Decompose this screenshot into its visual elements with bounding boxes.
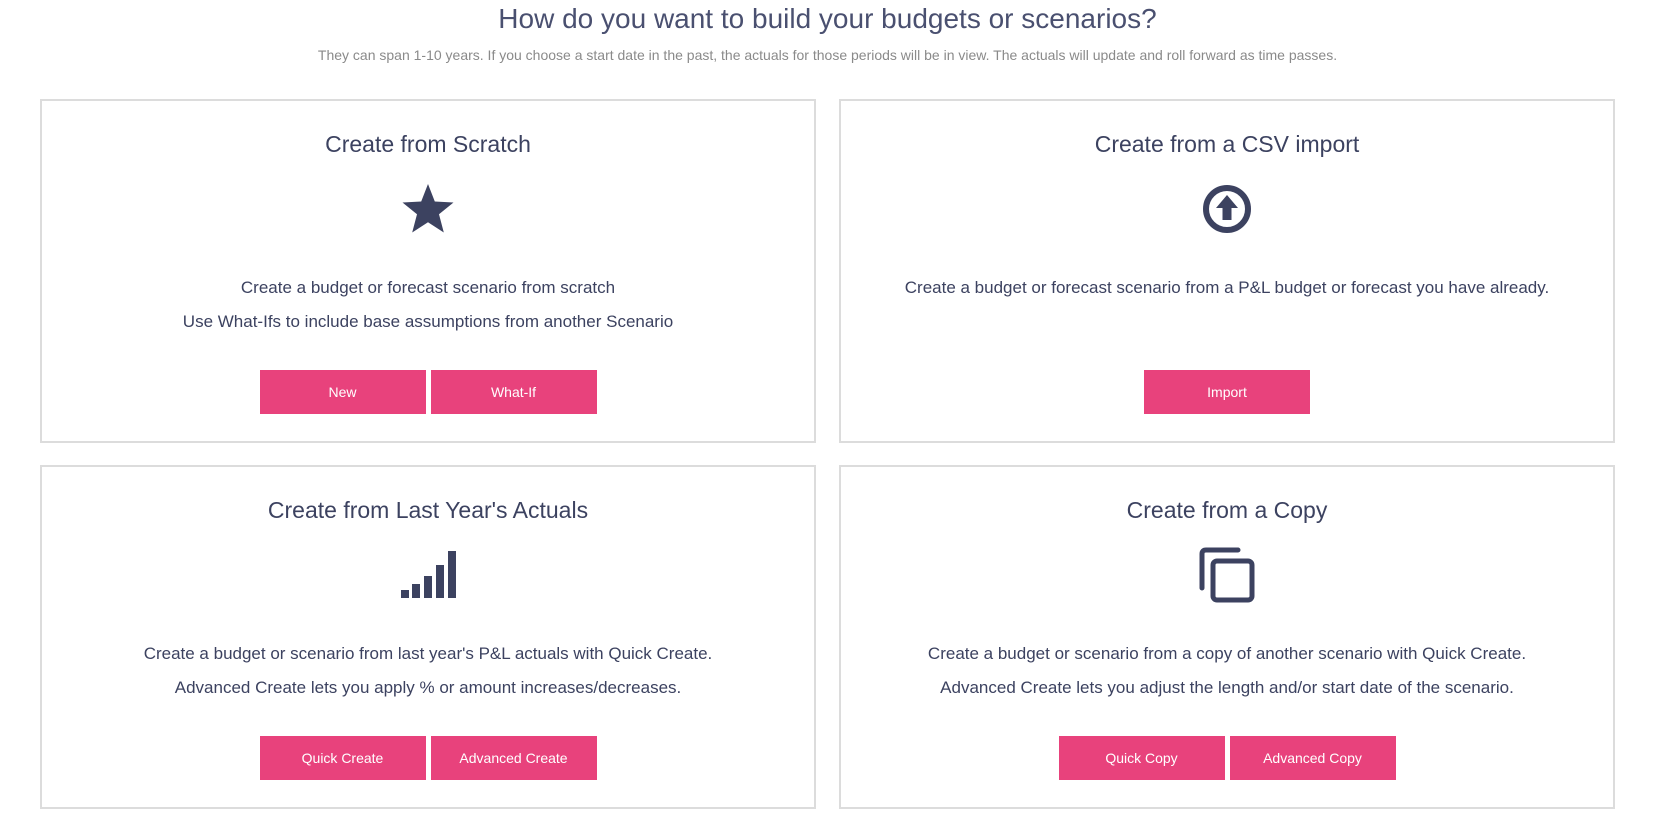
card-description: Create a budget or scenario from a copy … [841,637,1613,705]
bar-chart-icon [398,545,458,605]
what-if-button[interactable]: What-If [430,370,597,414]
card-title: Create from a Copy [1126,497,1328,523]
card-title: Create from Scratch [325,131,531,157]
advanced-copy-button[interactable]: Advanced Copy [1229,736,1396,780]
description-line: Advanced Create lets you apply % or amou… [174,678,682,697]
description-line: Use What-Ifs to include base assumptions… [182,312,674,331]
card-buttons: Quick Copy Advanced Copy [841,736,1613,780]
description-line: Create a budget or scenario from a copy … [927,644,1527,663]
page: How do you want to build your budgets or… [0,0,1655,822]
card-description: Create a budget or forecast scenario fro… [42,271,814,339]
card-title: Create from a CSV import [1094,131,1360,157]
page-subtitle: They can span 1-10 years. If you choose … [317,47,1338,63]
advanced-create-button[interactable]: Advanced Create [430,736,597,780]
star-icon [398,179,458,239]
card-description: Create a budget or forecast scenario fro… [841,271,1613,305]
card-buttons: Quick Create Advanced Create [42,736,814,780]
description-line: Create a budget or forecast scenario fro… [904,278,1550,297]
quick-create-button[interactable]: Quick Create [259,736,426,780]
create-from-csv-card: Create from a CSV import Create a budget… [839,99,1615,443]
create-from-actuals-card: Create from Last Year's Actuals Create a… [40,465,816,809]
create-from-scratch-card: Create from Scratch Create a budget or f… [40,99,816,443]
card-title: Create from Last Year's Actuals [267,497,589,523]
create-from-copy-card: Create from a Copy Create a budget or sc… [839,465,1615,809]
description-line: Create a budget or forecast scenario fro… [240,278,616,297]
quick-copy-button[interactable]: Quick Copy [1058,736,1225,780]
upload-circle-icon [1197,179,1257,239]
card-description: Create a budget or scenario from last ye… [42,637,814,705]
import-button[interactable]: Import [1144,370,1310,414]
description-line: Advanced Create lets you adjust the leng… [940,678,1514,697]
new-button[interactable]: New [259,370,426,414]
copy-icon [1197,545,1257,605]
card-buttons: New What-If [42,370,814,414]
page-title: How do you want to build your budgets or… [498,3,1157,34]
card-buttons: Import [841,370,1613,414]
description-line: Create a budget or scenario from last ye… [143,644,713,663]
